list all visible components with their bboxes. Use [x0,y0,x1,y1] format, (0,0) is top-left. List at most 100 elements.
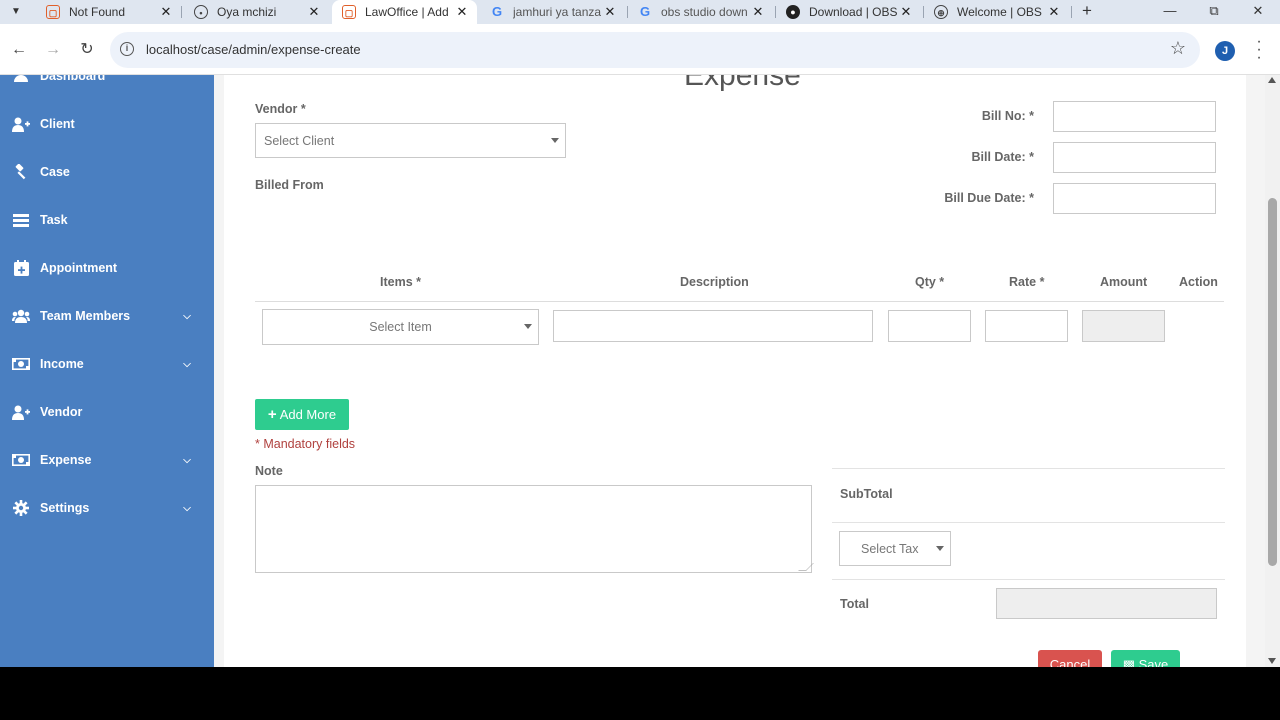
resize-grip-icon[interactable] [798,563,814,571]
summary-divider [832,522,1225,523]
sidebar-item-case[interactable]: Case [0,157,214,187]
bill-due-date-label: Bill Due Date: * [944,191,1034,205]
bill-due-date-input[interactable] [1053,183,1216,214]
caret-down-icon [524,324,532,329]
user-plus-icon [12,404,30,420]
lawoffice-icon: ▢ [342,5,356,19]
total-label: Total [840,597,869,611]
new-tab-plus-icon[interactable]: + [1078,0,1096,24]
forward-arrow-icon[interactable]: → [42,39,64,61]
caret-down-icon [936,545,944,551]
close-icon[interactable]: ✕ [749,4,767,20]
sidebar-item-label: Client [40,117,75,131]
bill-date-input[interactable] [1053,142,1216,173]
close-icon[interactable]: ✕ [305,4,323,20]
tab-title: Welcome | OBS [957,5,1042,19]
reload-icon[interactable]: ↻ [76,39,98,61]
rate-input[interactable] [985,310,1068,342]
gear-icon: • [194,5,208,19]
sidebar-item-income[interactable]: Income ⌵ [0,349,214,379]
tab-divider [1071,6,1072,18]
dashboard-icon [12,75,30,84]
users-icon [12,308,30,324]
money-icon [12,452,30,468]
tab-search-chevron-icon[interactable]: ▼ [6,3,26,21]
browser-tab[interactable]: G jamhuri ya tanza ✕ [480,0,625,24]
sidebar-item-team-members[interactable]: Team Members ⌵ [0,301,214,331]
chevron-down-icon: ⌵ [183,358,191,370]
cancel-button[interactable]: Cancel [1038,650,1102,667]
site-info-icon[interactable]: i [120,42,134,56]
address-bar[interactable]: i localhost/case/admin/expense-create ☆ [110,32,1200,68]
vendor-select[interactable]: Select Client [255,123,566,158]
close-icon[interactable]: ✕ [601,4,619,20]
profile-avatar[interactable]: J [1215,41,1235,61]
sidebar-item-label: Expense [40,453,92,467]
subtotal-label: SubTotal [840,487,893,501]
screen-letterbox [0,667,1280,720]
gear-icon [12,500,30,516]
vendor-select-placeholder: Select Client [264,133,335,148]
mandatory-note: * Mandatory fields [255,437,356,451]
url-text[interactable]: localhost/case/admin/expense-create [146,42,361,57]
expense-form-card: Expense Vendor * Select Client Billed Fr… [224,75,1246,667]
plus-icon: + [267,406,277,423]
sidebar-item-vendor[interactable]: Vendor [0,397,214,427]
browser-tab[interactable]: ⊕ Welcome | OBS ✕ [924,0,1069,24]
minimize-icon[interactable]: — [1148,0,1192,24]
bill-no-input[interactable] [1053,101,1216,132]
sidebar-item-label: Team Members [40,309,131,323]
back-arrow-icon[interactable]: ← [8,39,30,61]
sidebar-item-label: Settings [40,501,90,515]
floppy-disk-icon: ▩ [1122,657,1136,667]
close-icon[interactable]: ✕ [157,4,175,20]
close-icon[interactable]: ✕ [897,4,915,20]
tab-title: Oya mchizi [217,5,277,19]
note-textarea[interactable] [255,485,814,573]
item-select[interactable]: Select Item [262,309,539,345]
sidebar-item-label: Vendor [40,405,83,419]
scrollbar-thumb[interactable] [1268,198,1277,566]
browser-tab[interactable]: ▢ Not Found ✕ [36,0,181,24]
sidebar-item-label: Appointment [40,261,118,275]
add-more-button[interactable]: + Add More [255,399,349,430]
tasks-icon [12,212,30,228]
sidebar-item-task[interactable]: Task [0,205,214,235]
description-input[interactable] [553,310,873,342]
kebab-menu-icon[interactable]: · · · [1252,34,1266,66]
restore-icon[interactable]: ⧉ [1192,0,1236,24]
sidebar: Dashboard Client Case Task Appointment T… [0,75,214,667]
browser-tab[interactable]: • Oya mchizi ✕ [184,0,329,24]
close-icon[interactable]: ✕ [1045,4,1063,20]
sidebar-item-label: Income [40,357,84,371]
sidebar-item-settings[interactable]: Settings ⌵ [0,493,214,523]
browser-tab[interactable]: ● Download | OBS ✕ [776,0,921,24]
sidebar-item-client[interactable]: Client [0,109,214,139]
sidebar-item-appointment[interactable]: Appointment [0,253,214,283]
summary-divider [832,579,1225,580]
item-select-placeholder: Select Item [369,320,432,334]
chevron-down-icon: ⌵ [183,502,191,514]
google-icon: G [491,4,503,19]
save-button[interactable]: ▩ Save [1111,650,1180,667]
sidebar-item-dashboard[interactable]: Dashboard [0,75,214,91]
tab-divider [181,6,182,18]
scroll-down-arrow-icon[interactable] [1268,658,1276,664]
money-icon [12,356,30,372]
bill-no-label: Bill No: * [981,109,1034,123]
scroll-up-arrow-icon[interactable] [1268,77,1276,83]
browser-tab-active[interactable]: ▢ LawOffice | Add ✕ [332,0,477,24]
close-icon[interactable]: ✕ [453,4,471,20]
window-close-icon[interactable]: ✕ [1236,0,1280,24]
browser-tab[interactable]: G obs studio down ✕ [628,0,773,24]
tab-title: obs studio down [661,5,748,19]
page-scrollbar[interactable] [1265,75,1280,667]
sidebar-item-expense[interactable]: Expense ⌵ [0,445,214,475]
qty-input[interactable] [888,310,971,342]
column-header-amount: Amount [1100,275,1148,289]
user-plus-icon [12,116,30,132]
vendor-label: Vendor * [255,102,306,116]
column-header-qty: Qty * [915,275,945,289]
bookmark-star-icon[interactable]: ☆ [1170,38,1186,59]
tax-select[interactable]: Select Tax [839,531,951,566]
